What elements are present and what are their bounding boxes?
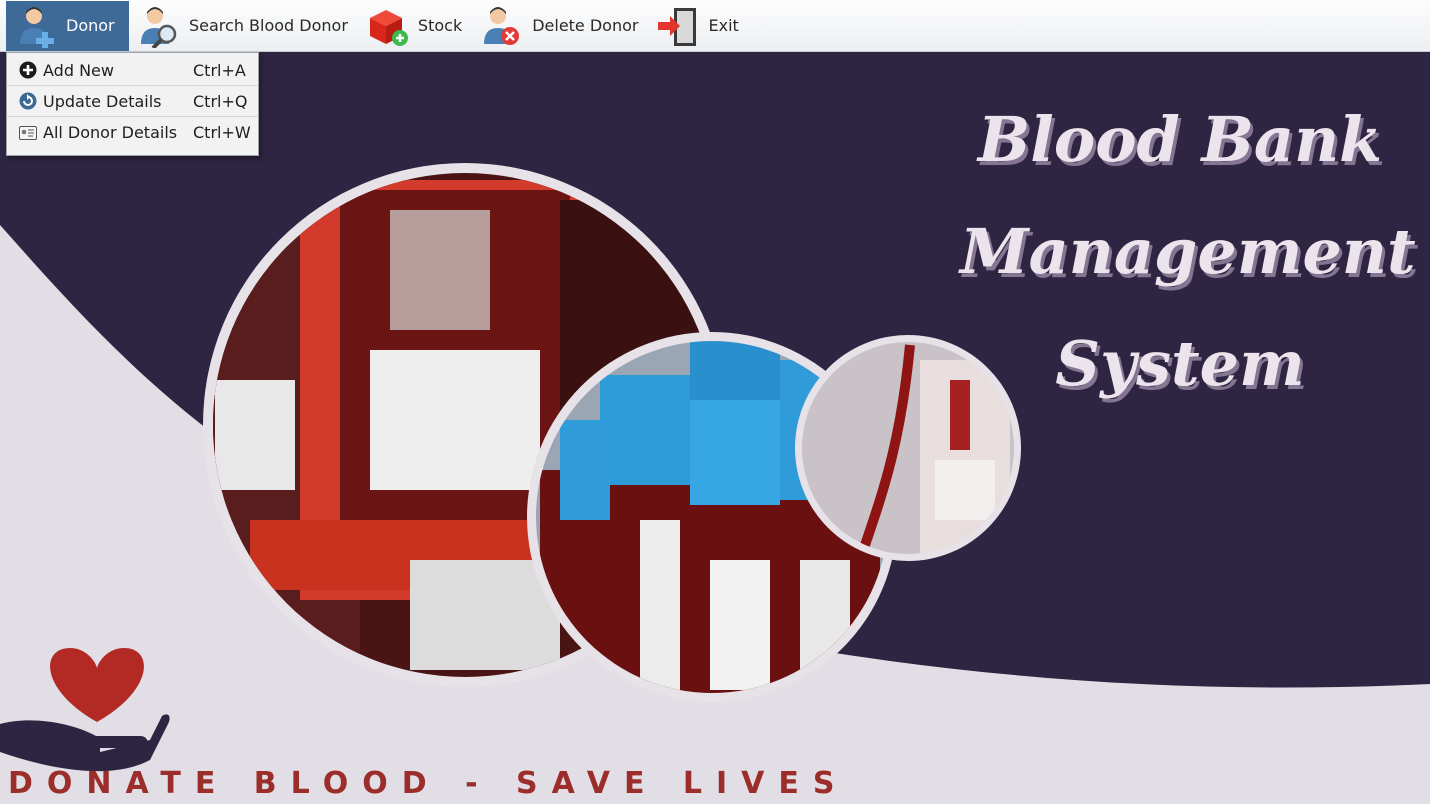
menu-donor[interactable]: Donor [6, 0, 129, 51]
title-line-3: System [1055, 327, 1305, 400]
exit-icon [656, 4, 700, 48]
dropdown-add-new-shortcut: Ctrl+A [193, 60, 246, 80]
dropdown-item-add-new[interactable]: Add New Ctrl+A [7, 55, 258, 86]
app-title: Blood Bank Management System [960, 84, 1416, 420]
menu-search-label: Search Blood Donor [189, 16, 348, 35]
menu-stock-label: Stock [417, 16, 463, 35]
dropdown-all-donor-label: All Donor Details [43, 123, 178, 142]
dropdown-item-update-details[interactable]: Update Details Ctrl+Q [7, 86, 258, 117]
menu-search-blood-donor[interactable]: Search Blood Donor [129, 1, 358, 51]
refresh-icon [18, 91, 38, 111]
menu-delete-label: Delete Donor [532, 16, 639, 35]
dropdown-all-donor-shortcut: Ctrl+W [193, 123, 251, 142]
menu-exit[interactable]: Exit [648, 1, 748, 51]
dropdown-update-shortcut: Ctrl+Q [193, 91, 248, 111]
main-menu-bar: Donor Search Blood Donor Stock Delete Do… [0, 0, 1430, 52]
id-card-icon [18, 123, 38, 143]
dropdown-add-new-label: Add New [43, 60, 114, 80]
menu-donor-label: Donor [66, 16, 115, 35]
search-donor-icon [137, 4, 181, 48]
donor-add-icon [14, 4, 58, 48]
stock-icon [366, 4, 410, 48]
title-line-2: Management [960, 215, 1416, 288]
menu-delete-donor[interactable]: Delete Donor [472, 1, 648, 51]
menu-stock[interactable]: Stock [358, 1, 472, 51]
dropdown-update-label: Update Details [43, 91, 162, 111]
dropdown-item-all-donor-details[interactable]: All Donor Details Ctrl+W [7, 117, 258, 148]
title-line-1: Blood Bank [977, 103, 1383, 176]
plus-circle-icon [18, 60, 38, 80]
menu-exit-label: Exit [708, 16, 739, 35]
slogan: DONATE BLOOD - SAVE LIVES [8, 766, 849, 801]
delete-donor-icon [480, 4, 524, 48]
donor-dropdown-menu: Add New Ctrl+A Update Details Ctrl+Q All… [6, 52, 259, 156]
